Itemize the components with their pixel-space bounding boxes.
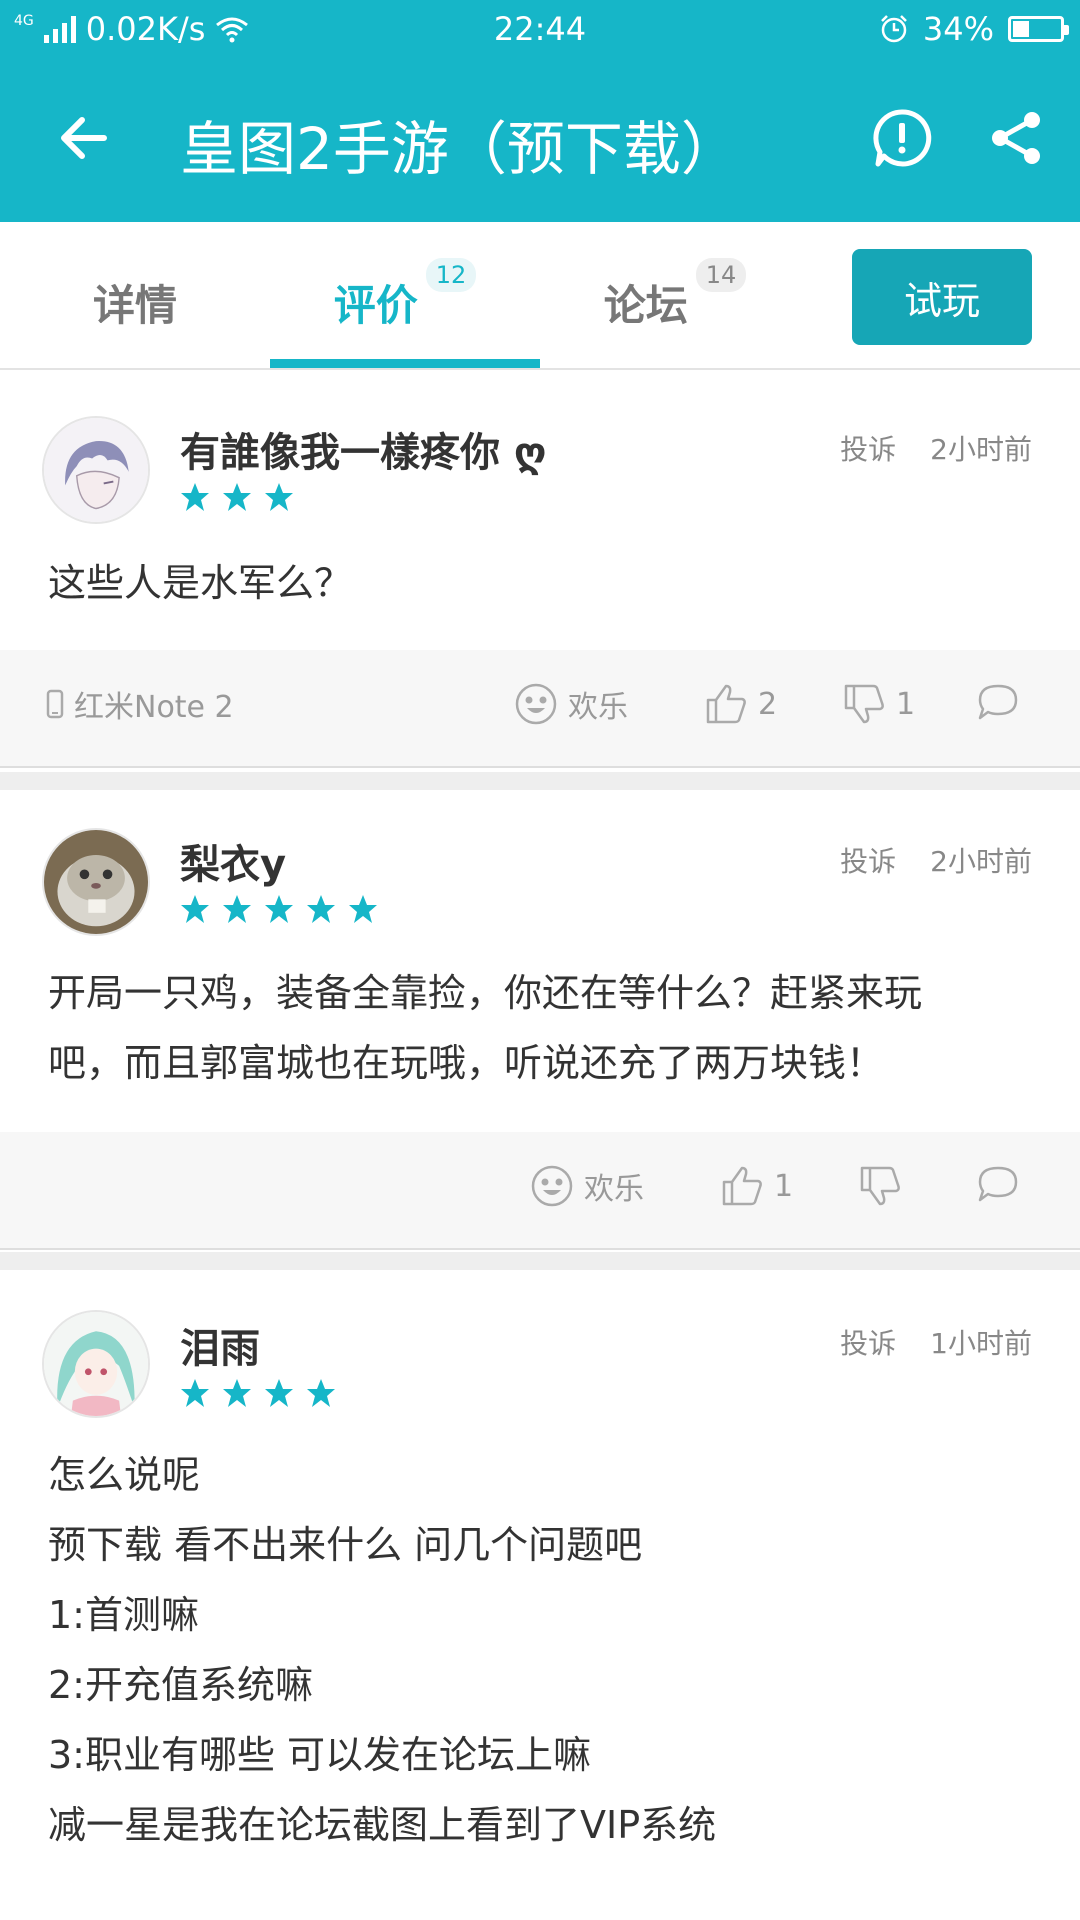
star-icon bbox=[307, 895, 335, 923]
avatar[interactable] bbox=[42, 1310, 150, 1418]
thumbs-up-icon bbox=[706, 684, 746, 724]
top-bar: 4G 0.02K/s 22:44 34% 皇图2手游（预下载） bbox=[0, 0, 1080, 222]
thumbs-up-icon bbox=[722, 1166, 762, 1206]
divider bbox=[0, 772, 1080, 790]
review-line: 3:职业有哪些 可以发在论坛上嘛 bbox=[48, 1733, 592, 1777]
review-line: 减一星是我在论坛截图上看到了VIP系统 bbox=[48, 1803, 717, 1847]
page-title: 皇图2手游（预下载） bbox=[180, 115, 739, 183]
star-icon bbox=[223, 1379, 251, 1407]
username[interactable]: 有誰像我一樣疼你 ღ bbox=[180, 420, 547, 478]
mood-label: 欢乐 bbox=[584, 1172, 644, 1207]
comment-icon bbox=[978, 1166, 1018, 1202]
tab-indicator bbox=[270, 359, 540, 368]
review-line: 1:首测嘛 bbox=[48, 1593, 199, 1637]
tab-reviews[interactable]: 评价12 bbox=[270, 222, 540, 368]
smiley-icon bbox=[531, 1165, 573, 1207]
tab-forum[interactable]: 论坛14 bbox=[540, 222, 810, 368]
review-line: 怎么说呢 bbox=[48, 1453, 201, 1497]
review-line: 2:开充值系统嘛 bbox=[48, 1663, 313, 1707]
timestamp: 2小时前 bbox=[930, 845, 1032, 878]
tab-details[interactable]: 详情 bbox=[0, 222, 270, 368]
forum-count-badge: 14 bbox=[695, 258, 747, 292]
username[interactable]: 泪雨 bbox=[180, 1316, 260, 1374]
comment-button[interactable] bbox=[976, 1164, 1020, 1204]
divider bbox=[0, 1252, 1080, 1270]
tab-label: 评价 bbox=[333, 281, 418, 330]
dislike-button[interactable] bbox=[858, 1164, 902, 1208]
username[interactable]: 梨衣y bbox=[180, 832, 286, 890]
comment-icon bbox=[978, 684, 1018, 720]
star-rating bbox=[180, 482, 294, 512]
timestamp: 1小时前 bbox=[930, 1327, 1032, 1360]
alarm-icon bbox=[880, 15, 907, 43]
thumbs-down-icon bbox=[844, 684, 884, 724]
review-line: 吧，而且郭富城也在玩哦，听说还充了两万块钱！ bbox=[48, 1041, 885, 1085]
review-count-badge: 12 bbox=[425, 258, 477, 292]
like-count: 2 bbox=[758, 686, 778, 722]
review-card: 有誰像我一樣疼你 ღ 投诉 2小时前 这些人是水军么？ 红米Note 2 欢乐 2… bbox=[0, 372, 1080, 772]
like-count: 1 bbox=[774, 1168, 794, 1204]
app-bar: 皇图2手游（预下载） bbox=[0, 56, 1080, 222]
comment-button[interactable] bbox=[976, 682, 1020, 722]
star-icon bbox=[307, 1379, 335, 1407]
avatar[interactable] bbox=[42, 416, 150, 524]
arrow-left-icon[interactable] bbox=[54, 108, 114, 168]
dislike-button[interactable]: 1 bbox=[842, 682, 915, 726]
battery-icon bbox=[1008, 16, 1069, 42]
star-icon bbox=[181, 483, 209, 511]
avatar[interactable] bbox=[42, 828, 150, 936]
star-icon bbox=[265, 1379, 293, 1407]
device-info: 红米Note 2 bbox=[46, 682, 234, 726]
review-text: 怎么说呢 预下载 看不出来什么 问几个问题吧 1:首测嘛 2:开充值系统嘛 3:… bbox=[48, 1440, 1032, 1860]
phone-icon bbox=[46, 689, 64, 719]
review-text: 开局一只鸡，装备全靠捡，你还在等什么？赶紧来玩 吧，而且郭富城也在玩哦，听说还充… bbox=[48, 958, 1032, 1098]
star-icon bbox=[181, 895, 209, 923]
tab-label: 论坛 bbox=[603, 281, 688, 330]
star-icon bbox=[265, 895, 293, 923]
star-icon bbox=[223, 895, 251, 923]
try-play-button[interactable]: 试玩 bbox=[852, 249, 1032, 345]
status-bar: 4G 0.02K/s 22:44 34% bbox=[0, 0, 1080, 56]
device-name: 红米Note 2 bbox=[74, 690, 234, 725]
tab-label: 详情 bbox=[92, 281, 177, 330]
mood-tag: 欢乐 bbox=[530, 1164, 644, 1208]
thumbs-down-icon bbox=[860, 1166, 900, 1206]
report-link[interactable]: 投诉 bbox=[840, 1327, 896, 1360]
alert-circle-icon[interactable] bbox=[872, 108, 932, 168]
star-rating bbox=[180, 894, 378, 924]
star-rating bbox=[180, 1378, 336, 1408]
timestamp: 2小时前 bbox=[930, 433, 1032, 466]
report-link[interactable]: 投诉 bbox=[840, 845, 896, 878]
smiley-icon bbox=[515, 683, 557, 725]
tab-bar: 详情 评价12 论坛14 试玩 bbox=[0, 222, 1080, 370]
report-link[interactable]: 投诉 bbox=[840, 433, 896, 466]
dislike-count: 1 bbox=[896, 686, 916, 722]
review-line: 开局一只鸡，装备全靠捡，你还在等什么？赶紧来玩 bbox=[48, 971, 923, 1015]
mood-tag: 欢乐 bbox=[514, 682, 628, 726]
star-icon bbox=[223, 483, 251, 511]
star-icon bbox=[181, 1379, 209, 1407]
battery-percent: 34% bbox=[922, 10, 994, 48]
review-card: 梨衣y 投诉 2小时前 开局一只鸡，装备全靠捡，你还在等什么？赶紧来玩 吧，而且郭… bbox=[0, 790, 1080, 1252]
star-icon bbox=[349, 895, 377, 923]
review-action-bar: 红米Note 2 欢乐 2 1 bbox=[0, 650, 1080, 768]
review-text: 这些人是水军么？ bbox=[48, 548, 1032, 618]
star-icon bbox=[265, 483, 293, 511]
review-line: 预下载 看不出来什么 问几个问题吧 bbox=[48, 1523, 643, 1567]
like-button[interactable]: 2 bbox=[704, 682, 777, 726]
mood-label: 欢乐 bbox=[568, 690, 628, 725]
review-line: 这些人是水军么？ bbox=[48, 561, 353, 605]
share-icon[interactable] bbox=[986, 108, 1046, 168]
like-button[interactable]: 1 bbox=[720, 1164, 793, 1208]
review-card: 泪雨 投诉 1小时前 怎么说呢 预下载 看不出来什么 问几个问题吧 1:首测嘛 2… bbox=[0, 1270, 1080, 1920]
review-action-bar: 欢乐 1 bbox=[0, 1132, 1080, 1250]
